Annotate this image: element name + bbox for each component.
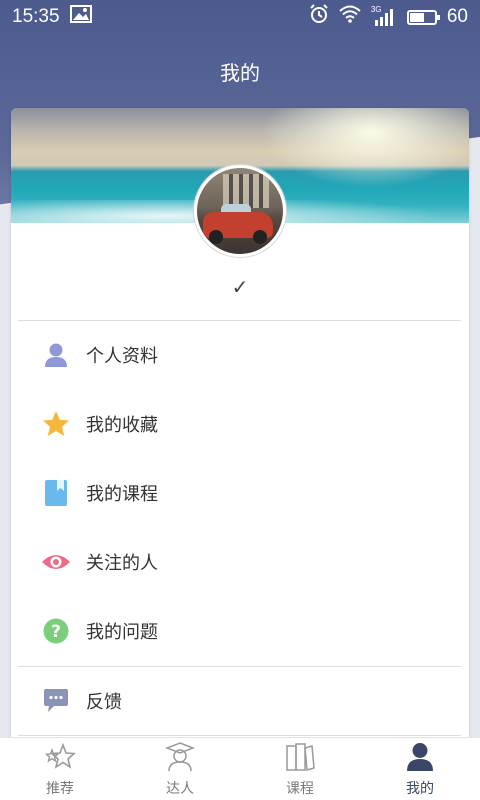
stars-icon (43, 742, 77, 776)
wifi-icon (339, 5, 361, 29)
menu-item-favorites[interactable]: 我的收藏 (11, 389, 469, 458)
menu-item-courses[interactable]: 我的课程 (11, 458, 469, 527)
question-icon: ? (41, 616, 71, 646)
menu-item-label: 个人资料 (86, 345, 158, 367)
expert-icon (164, 742, 196, 776)
tab-recommend[interactable]: 推荐 (0, 738, 120, 800)
divider (18, 735, 461, 736)
avatar[interactable] (194, 165, 286, 257)
eye-icon (41, 547, 71, 577)
status-bar: 15:35 3G 60 (0, 0, 480, 34)
alarm-icon (309, 4, 329, 30)
tab-mine[interactable]: 我的 (360, 738, 480, 800)
svg-text:?: ? (51, 622, 61, 642)
status-time: 15:35 (12, 6, 60, 27)
tab-courses[interactable]: 课程 (240, 738, 360, 800)
menu-item-questions[interactable]: ? 我的问题 (11, 596, 469, 665)
menu-item-label: 关注的人 (86, 552, 158, 574)
bookmark-book-icon (41, 478, 71, 508)
tab-label: 达人 (166, 781, 194, 797)
person-icon (41, 340, 71, 370)
page-title: 我的 (220, 60, 260, 85)
chat-bubble-icon (41, 686, 71, 716)
menu-item-feedback[interactable]: 反馈 (11, 666, 469, 735)
bottom-tab-bar: 推荐 达人 课程 我的 (0, 737, 480, 800)
star-icon (41, 409, 71, 439)
tab-experts[interactable]: 达人 (120, 738, 240, 800)
menu-item-profile[interactable]: 个人资料 (11, 320, 469, 389)
menu-item-following[interactable]: 关注的人 (11, 527, 469, 596)
menu-item-label: 我的收藏 (86, 414, 158, 436)
tab-label: 我的 (406, 781, 434, 797)
battery-icon (406, 9, 440, 25)
tab-label: 课程 (286, 781, 314, 797)
menu-item-label: 我的问题 (86, 621, 158, 643)
profile-status-mark: ✓ (231, 275, 249, 299)
profile-card: ✓ 个人资料 我的收藏 我的课程 关注的人 ? 我的问题 反馈 (11, 108, 469, 758)
battery-level: 60 (446, 6, 468, 27)
menu-item-label: 反馈 (86, 691, 122, 713)
app-header: 我的 (0, 34, 480, 108)
menu-item-label: 我的课程 (86, 483, 158, 505)
tab-label: 推荐 (46, 781, 74, 797)
image-notification-icon (69, 5, 92, 29)
books-icon (285, 742, 315, 776)
user-icon (406, 742, 434, 776)
signal-icon: 3G (371, 5, 397, 27)
